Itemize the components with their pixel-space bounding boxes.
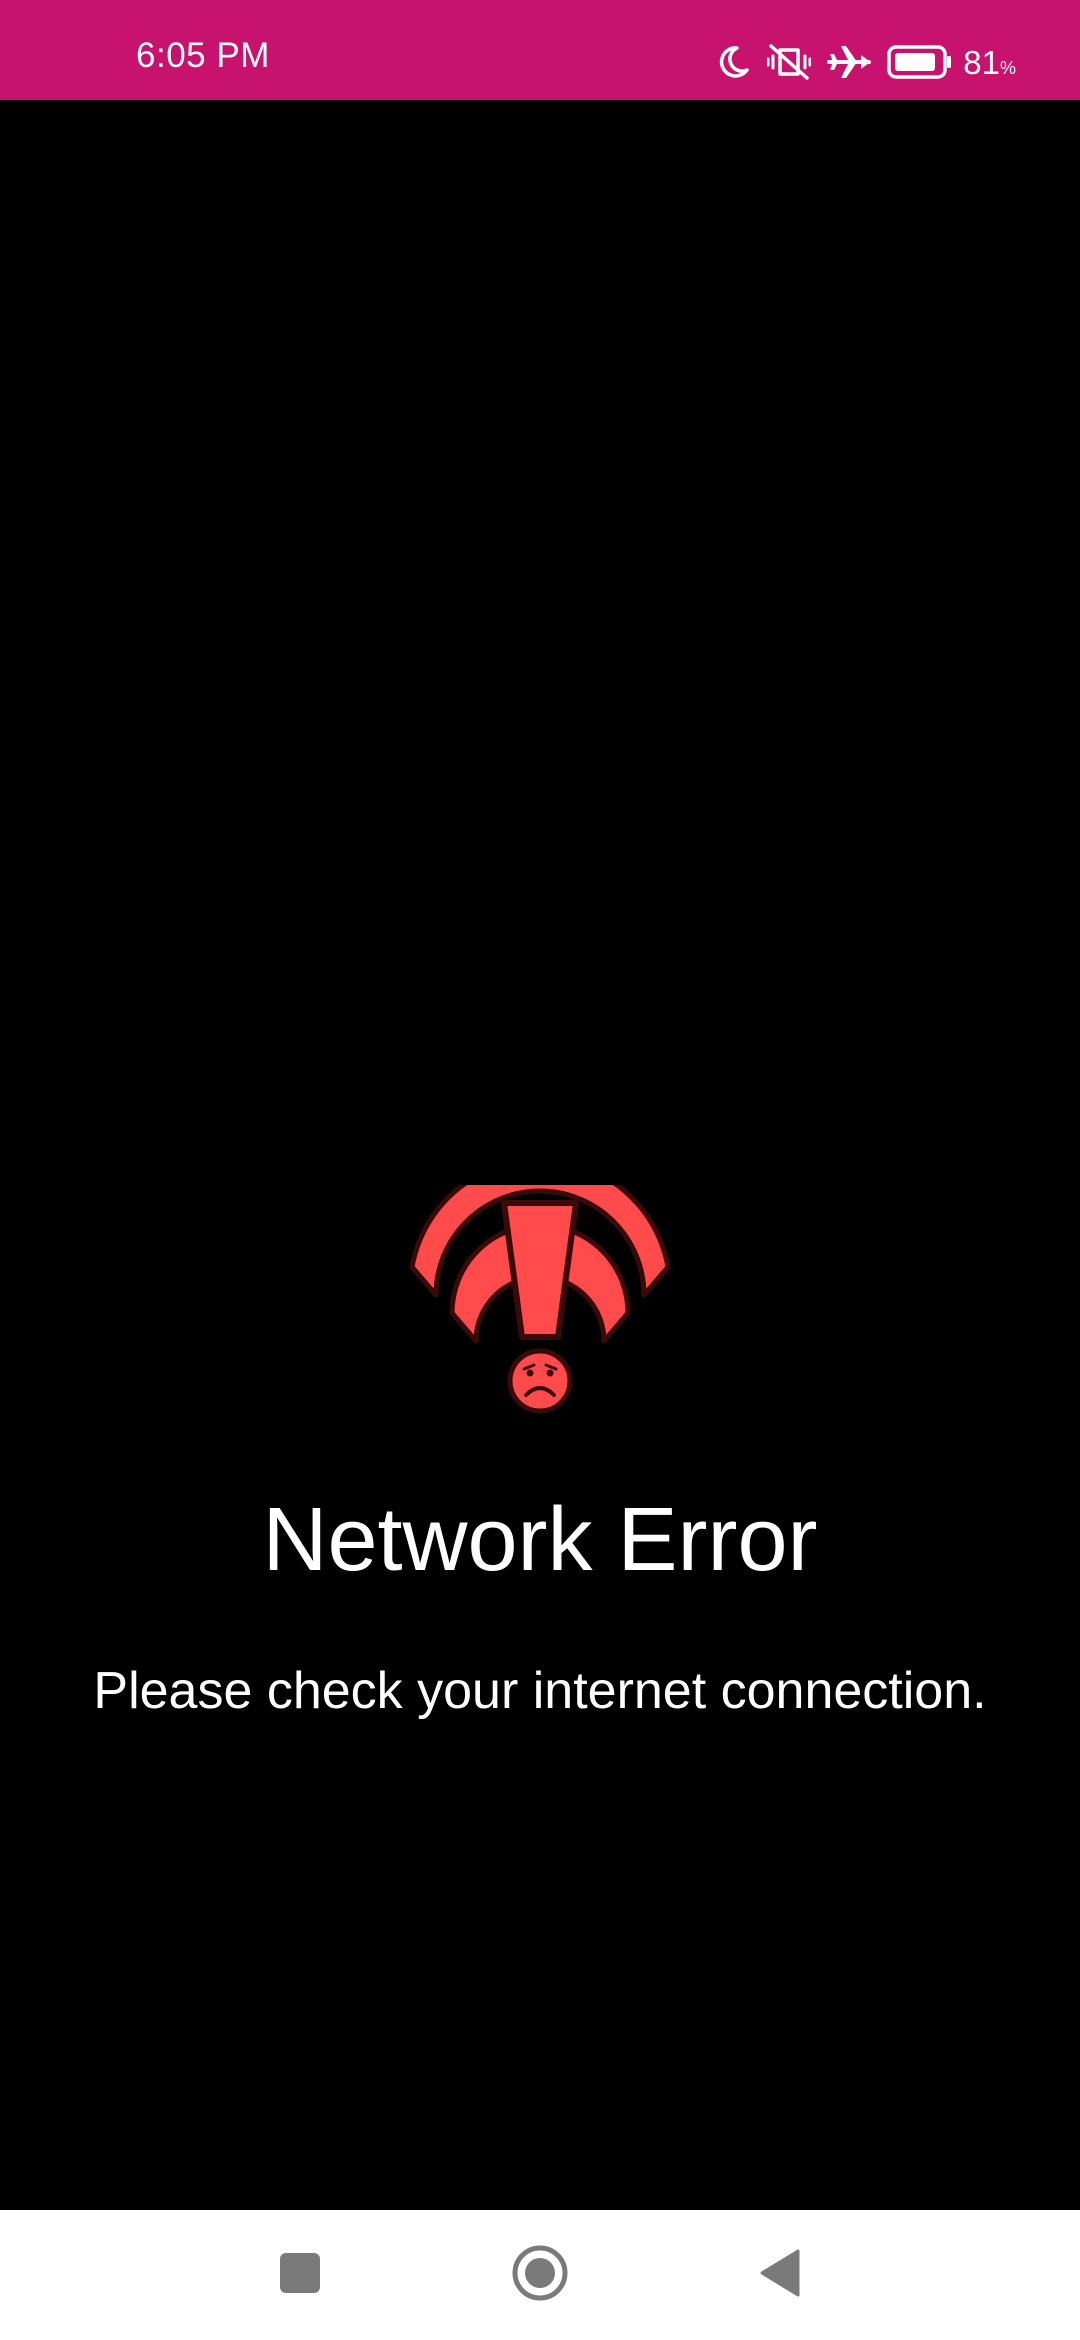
error-message: Please check your internet connection. <box>93 1662 987 1720</box>
status-icons: 81% <box>715 40 1016 84</box>
battery-level: 81% <box>963 43 1016 81</box>
recents-button[interactable] <box>240 2210 360 2340</box>
screen: 6:05 PM 81% Network Error Please check y… <box>0 0 1080 2340</box>
vibrate-off-icon <box>767 42 812 82</box>
status-bar: 6:05 PM 81% <box>0 0 1080 100</box>
wifi-error-icon <box>400 1157 680 1425</box>
airplane-mode-icon <box>827 42 872 82</box>
moon-icon <box>715 44 751 80</box>
back-button[interactable] <box>720 2210 840 2340</box>
error-title: Network Error <box>262 1490 818 1590</box>
battery-unit: % <box>999 57 1016 78</box>
battery-icon <box>887 45 953 79</box>
back-triangle-icon <box>758 2248 802 2303</box>
circle-icon <box>510 2243 570 2308</box>
square-icon <box>278 2251 322 2300</box>
battery-indicator: 81% <box>887 45 1016 79</box>
navigation-bar <box>0 2210 1080 2340</box>
status-time: 6:05 PM <box>136 36 270 75</box>
home-button[interactable] <box>480 2210 600 2340</box>
error-screen: Network Error Please check your internet… <box>0 100 1080 2210</box>
